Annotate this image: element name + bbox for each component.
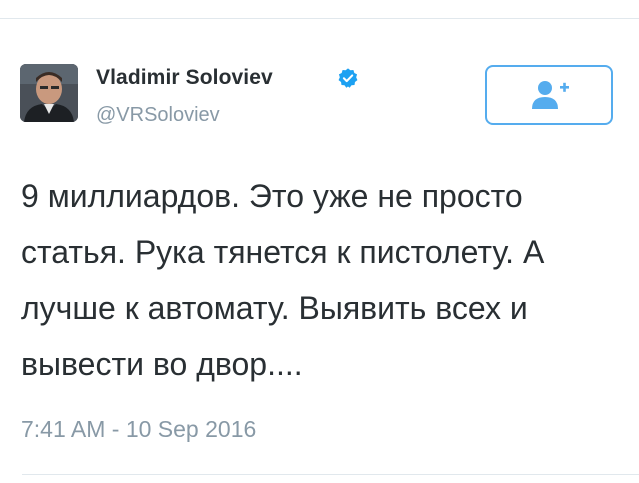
verified-badge-icon: [338, 68, 358, 88]
tweet-text-line: статья. Рука тянется к пистолету. А: [21, 234, 545, 270]
bottom-divider: [22, 474, 639, 475]
tweet-text-line: 9 миллиардов. Это уже не просто: [21, 178, 523, 214]
add-user-icon: [532, 81, 569, 109]
avatar[interactable]: [20, 64, 78, 122]
author-display-name[interactable]: Vladimir Soloviev: [96, 66, 273, 90]
author-handle[interactable]: @VRSoloviev: [96, 104, 220, 127]
tweet-timestamp[interactable]: 7:41 AM - 10 Sep 2016: [21, 416, 256, 443]
tweet-text-line: вывести во двор....: [21, 346, 303, 382]
top-divider: [0, 18, 639, 19]
follow-button[interactable]: [485, 65, 613, 125]
tweet-text: 9 миллиардов. Это уже не просто статья. …: [21, 168, 621, 392]
tweet-text-line: лучше к автомату. Выявить всех и: [21, 290, 528, 326]
avatar-photo: [20, 64, 78, 122]
